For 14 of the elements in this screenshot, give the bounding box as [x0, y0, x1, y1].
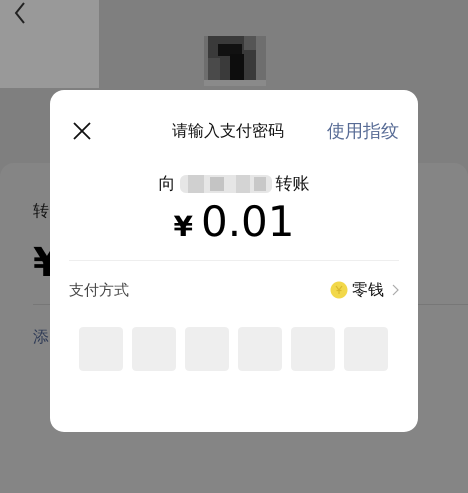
currency-symbol: ¥ [174, 210, 193, 243]
payment-method-value[interactable]: 零钱 [352, 280, 384, 300]
transfer-label: 转 [33, 201, 49, 222]
coin-icon [330, 281, 348, 299]
close-icon[interactable] [73, 122, 91, 140]
chevron-icon[interactable] [392, 284, 399, 296]
back-icon[interactable] [14, 2, 26, 24]
dialog-title: 请输入支付密码 [172, 120, 284, 142]
payment-method-label: 支付方式 [69, 280, 129, 300]
payee-suffix: 转账 [276, 173, 310, 195]
amount-value: 0.01 [200, 197, 294, 246]
add-link[interactable]: 添 [33, 327, 49, 348]
fingerprint-link[interactable]: 使用指纹 [327, 119, 399, 143]
payee-prefix: 向 [158, 173, 176, 195]
